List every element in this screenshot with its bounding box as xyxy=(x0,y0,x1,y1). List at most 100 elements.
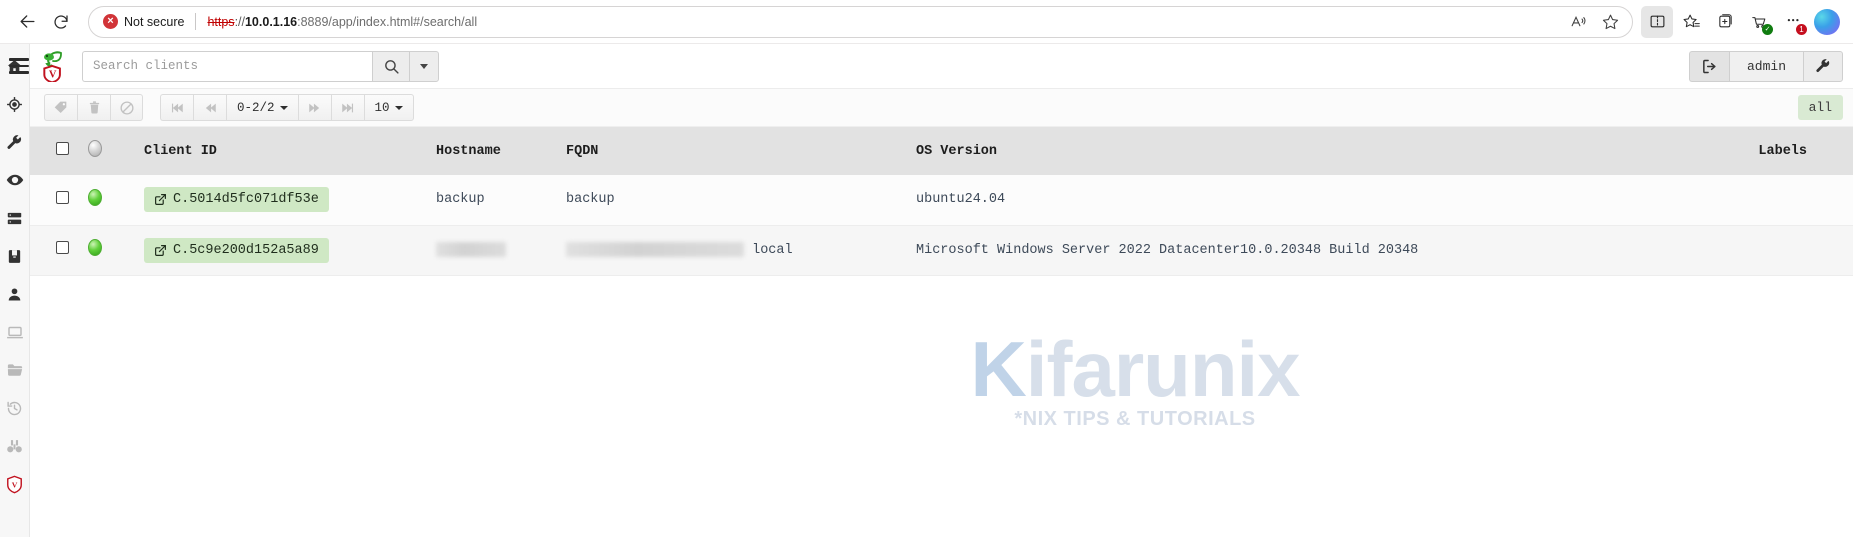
svg-text:V: V xyxy=(49,70,57,81)
search-input[interactable] xyxy=(82,50,372,82)
prev-page-icon[interactable] xyxy=(193,94,226,121)
table-row[interactable]: C.5c9e200d152a5a89 local Microsoft Windo… xyxy=(30,225,1853,276)
velociraptor-logo[interactable]: V xyxy=(38,49,68,83)
omnibox-divider xyxy=(195,13,197,30)
table-header-row: Client ID Hostname FQDN OS Version Label… xyxy=(30,127,1853,175)
row-checkbox[interactable] xyxy=(56,241,69,254)
row-labels-cell xyxy=(1743,225,1853,276)
row-checkbox[interactable] xyxy=(56,190,69,204)
browser-actions: ✓ 1 xyxy=(1641,5,1843,38)
security-indicator[interactable]: × Not secure xyxy=(103,14,184,29)
row-os-version-cell: Microsoft Windows Server 2022 Datacenter… xyxy=(916,225,1743,276)
client-id-link[interactable]: C.5c9e200d152a5a89 xyxy=(144,237,329,263)
search-dropdown-chevron-down-icon[interactable] xyxy=(409,50,439,82)
bulk-actions-group xyxy=(44,94,143,121)
svg-text:V: V xyxy=(12,480,18,489)
table-head: Client ID Hostname FQDN OS Version Label… xyxy=(30,127,1853,175)
main-area: V admin xyxy=(9,44,1853,537)
favorite-star-icon[interactable] xyxy=(1596,8,1624,36)
url-scheme: https xyxy=(207,14,235,29)
redacted-hostname xyxy=(436,241,506,257)
select-all-checkbox[interactable] xyxy=(56,142,69,155)
sidebar-item-laptop[interactable] xyxy=(0,313,30,351)
row-fqdn-cell: backup xyxy=(566,175,916,226)
watermark-tagline: *NIX TIPS & TUTORIALS xyxy=(1014,408,1256,431)
sidebar-item-user[interactable] xyxy=(0,275,30,313)
shopping-status-badge: ✓ xyxy=(1762,23,1773,35)
next-page-icon[interactable] xyxy=(297,94,331,121)
table-body: C.5014d5fc071df53e backup backup ubuntu2… xyxy=(30,175,1853,276)
filter-all-badge[interactable]: all xyxy=(1797,95,1843,120)
sidebar-item-eye[interactable] xyxy=(0,161,30,199)
search-icon[interactable] xyxy=(372,50,409,82)
table-row[interactable]: C.5014d5fc071df53e backup backup ubuntu2… xyxy=(30,175,1853,226)
username-label[interactable]: admin xyxy=(1729,50,1803,82)
first-page-icon[interactable] xyxy=(160,94,193,121)
external-link-icon xyxy=(155,194,166,206)
browser-toolbar: × Not secure https://10.0.1.16:8889/app/… xyxy=(0,0,1853,44)
logout-icon[interactable] xyxy=(1689,50,1729,82)
address-bar[interactable]: × Not secure https://10.0.1.16:8889/app/… xyxy=(88,5,1633,38)
sidebar-item-notebook[interactable] xyxy=(0,237,30,275)
shopping-icon[interactable]: ✓ xyxy=(1743,6,1775,38)
row-status-cell xyxy=(88,175,144,226)
fqdn-header[interactable]: FQDN xyxy=(566,127,916,175)
sidebar-item-binoculars[interactable] xyxy=(0,427,30,465)
watermark: Kifarunix *NIX TIPS & TUTORIALS xyxy=(920,330,1350,431)
redacted-fqdn xyxy=(566,241,744,257)
external-link-icon xyxy=(155,244,166,256)
row-fqdn-cell: local xyxy=(566,225,916,276)
quarantine-block-icon[interactable] xyxy=(110,94,143,121)
row-status-cell xyxy=(88,225,144,276)
sidebar-item-folder[interactable] xyxy=(0,351,30,389)
status-header xyxy=(88,127,144,175)
security-label: Not secure xyxy=(124,14,185,29)
url-separator: :// xyxy=(234,14,245,29)
client-id-header[interactable]: Client ID xyxy=(144,127,436,175)
sidebar-item-velociraptor-shield[interactable]: V xyxy=(0,465,30,503)
settings-wrench-icon[interactable] xyxy=(1803,50,1843,82)
select-all-header xyxy=(30,127,88,175)
sidebar-item-history-clock[interactable] xyxy=(0,389,30,427)
table-toolbar: 0-2/2 10 all xyxy=(30,89,1853,127)
delete-clients-trash-icon[interactable] xyxy=(77,94,110,121)
url-path: :8889/app/index.html#/search/all xyxy=(297,14,478,29)
client-id-link[interactable]: C.5014d5fc071df53e xyxy=(144,187,329,213)
app-header: V admin xyxy=(9,44,1853,89)
copilot-icon[interactable] xyxy=(1811,6,1843,38)
client-id-text: C.5c9e200d152a5a89 xyxy=(173,242,319,258)
favorites-icon[interactable] xyxy=(1675,6,1707,38)
settings-more-icon[interactable]: 1 xyxy=(1777,6,1809,38)
labels-header[interactable]: Labels xyxy=(1743,127,1853,175)
sidebar-item-server[interactable] xyxy=(0,199,30,237)
watermark-text: Kifarunix xyxy=(920,330,1350,408)
row-select-cell xyxy=(30,175,88,226)
page-range-chevron-down-icon xyxy=(279,105,288,110)
split-screen-icon[interactable] xyxy=(1641,5,1673,38)
fqdn-suffix-text: local xyxy=(752,243,793,259)
status-online-icon xyxy=(88,239,102,256)
collections-icon[interactable] xyxy=(1709,6,1741,38)
os-version-header[interactable]: OS Version xyxy=(916,127,1743,175)
page-range-dropdown[interactable]: 0-2/2 xyxy=(226,94,298,121)
browser-back-button[interactable] xyxy=(10,5,44,39)
row-client-id-cell: C.5c9e200d152a5a89 xyxy=(144,225,436,276)
nav-toggle-hamburger-icon[interactable] xyxy=(2,49,36,83)
status-circle-icon xyxy=(88,140,102,157)
clients-table: Client ID Hostname FQDN OS Version Label… xyxy=(30,127,1853,276)
url-host: 10.0.1.16 xyxy=(244,14,298,29)
page-size-dropdown[interactable]: 10 xyxy=(363,94,414,121)
browser-reload-button[interactable] xyxy=(44,5,78,39)
hostname-header[interactable]: Hostname xyxy=(436,127,566,175)
url-text: https://10.0.1.16:8889/app/index.html#/s… xyxy=(207,15,477,29)
page-size-chevron-down-icon xyxy=(394,105,403,110)
client-id-text: C.5014d5fc071df53e xyxy=(173,192,319,208)
sidebar-item-hunt-target[interactable] xyxy=(0,85,30,123)
label-clients-tag-icon[interactable] xyxy=(44,94,77,121)
client-search-group xyxy=(82,50,439,82)
sidebar: V xyxy=(0,44,30,537)
sidebar-item-wrench[interactable] xyxy=(0,123,30,161)
read-aloud-icon[interactable] xyxy=(1564,8,1592,36)
row-client-id-cell: C.5014d5fc071df53e xyxy=(144,175,436,226)
last-page-icon[interactable] xyxy=(330,94,364,121)
